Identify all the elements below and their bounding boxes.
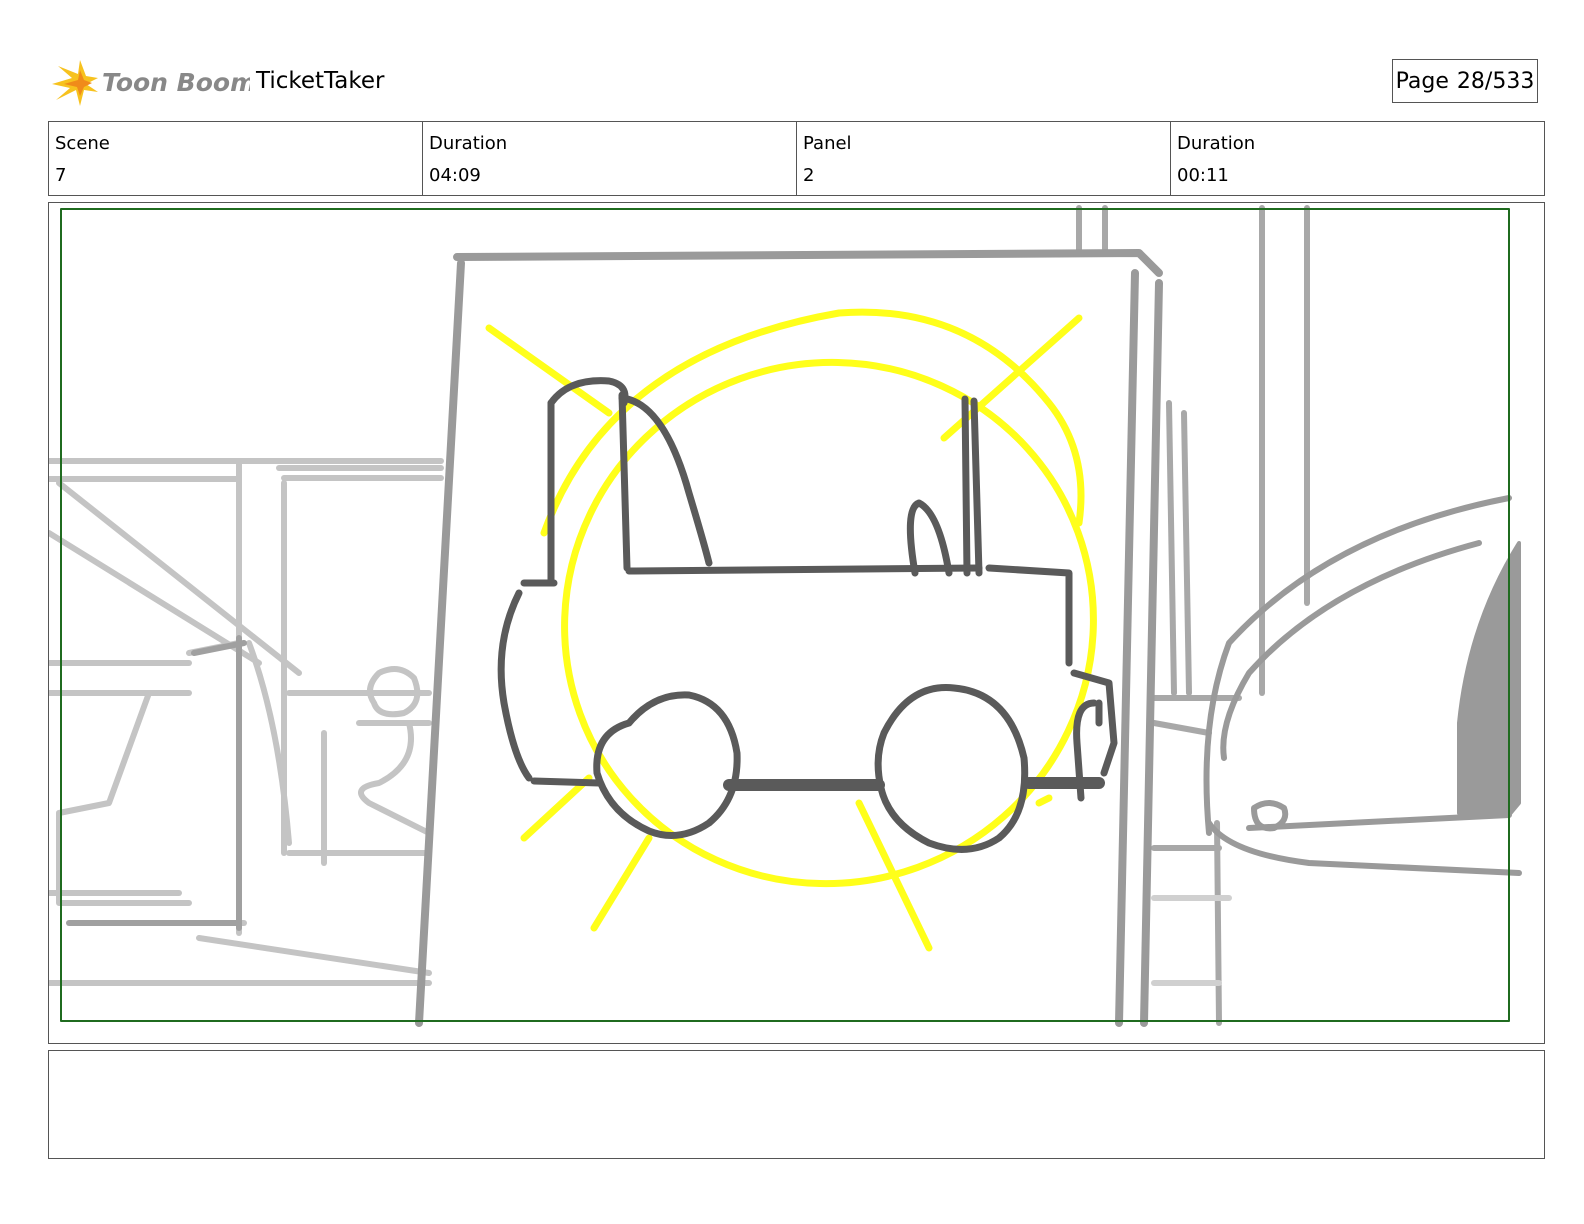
panel-value: 2 [803,165,815,186]
svg-text:Toon Boom: Toon Boom [102,68,250,97]
starburst-icon [52,60,98,106]
highlight-burst [485,308,1097,952]
info-table: Scene 7 Duration 04:09 Panel 2 Duration … [48,121,1545,196]
page-label: Page [1395,68,1449,94]
front-wheel [593,691,741,839]
storyboard-panel [48,202,1545,1044]
page-indicator: Page 28/533 [1392,59,1538,103]
toon-boom-logo: Toon Boom [50,56,256,110]
scene-duration-value: 04:09 [429,165,481,186]
scene-duration-cell: Duration 04:09 [423,122,797,195]
background-left-sketch [49,458,444,986]
panel-cell: Panel 2 [797,122,1171,195]
scene-label: Scene [55,133,110,154]
scene-value: 7 [55,165,67,186]
page-number: 28/533 [1456,68,1535,94]
panel-duration-label: Duration [1177,133,1256,154]
safe-frame [60,208,1510,1022]
background-left-dark [66,635,247,931]
scene-cell: Scene 7 [49,122,423,195]
panel-duration-value: 00:11 [1177,165,1229,186]
panel-duration-cell: Duration 00:11 [1171,122,1544,195]
project-title: TicketTaker [256,68,385,94]
panel-notes [48,1050,1545,1159]
truck-sketch [497,377,1118,853]
panel-label: Panel [803,133,852,154]
scene-duration-label: Duration [429,133,508,154]
rear-wheel [874,684,1029,853]
panel-sketch [49,205,1522,1027]
